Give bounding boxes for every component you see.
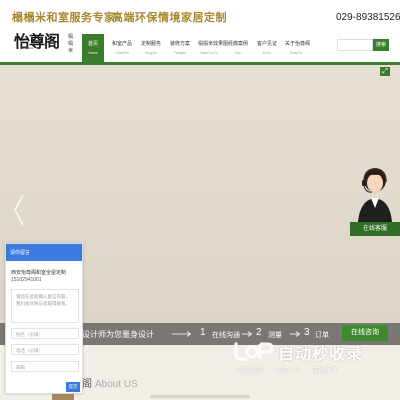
- search-button[interactable]: 搜索: [373, 39, 389, 51]
- online-service-button[interactable]: 在线客服: [350, 222, 400, 236]
- nav-item-plans[interactable]: 装修方案 FangAn: [169, 34, 191, 62]
- nav-item-about[interactable]: 关于怡尊阁 GuanYu: [285, 34, 311, 62]
- nav-sublabel: XiaoGuoTu: [200, 51, 218, 55]
- chat-email-field[interactable]: 邮箱: [11, 361, 79, 372]
- nav-sublabel: Home: [88, 51, 98, 55]
- watermark-logo-icon: [234, 342, 274, 361]
- nav-label: 装修方案: [169, 41, 190, 47]
- chat-widget: 请你留言 西安怡尊阁和室全屋定制 15102941001 请您在此处输入留言内容…: [5, 243, 83, 394]
- about-text-line: [150, 395, 250, 398]
- slogan-primary: 榻榻米和室服务专家: [12, 12, 116, 24]
- watermark-text: 自动秒收录: [278, 346, 364, 363]
- nav-label: 经典案例: [227, 41, 248, 47]
- search-input[interactable]: [337, 39, 373, 51]
- nav-sublabel: GuanYu: [289, 51, 303, 55]
- nav-sublabel: FangAn: [173, 51, 187, 55]
- nav-item-products[interactable]: 和室产品 ChanPin: [111, 34, 133, 62]
- nav-item-renderings[interactable]: 榻榻米效果图 XiaoGuoTu: [198, 34, 229, 62]
- slogan-secondary: 高端环保情境家居定制: [112, 12, 227, 24]
- nav-label: 榻榻米效果图: [198, 41, 229, 47]
- nav-label: 和室产品: [111, 41, 132, 47]
- nav-label: 关于怡尊阁: [285, 41, 311, 47]
- arrow-right-icon: [172, 331, 192, 337]
- step-number: 2: [256, 327, 262, 338]
- about-image: [52, 393, 74, 400]
- hotline-number: 029-89381526 15: [336, 12, 400, 23]
- step-number: 3: [304, 327, 310, 338]
- about-heading-cn: 阁: [82, 379, 92, 390]
- watermark: 自动秒收录 做上排行 → 来访一次 → 自动收录: [232, 338, 392, 378]
- arrow-right-icon: [242, 331, 252, 337]
- nav-item-home[interactable]: 首页 Home: [82, 34, 104, 62]
- nav-item-cases[interactable]: 经典案例 AnLi: [227, 34, 249, 62]
- nav-sublabel: ChanPin: [115, 51, 129, 55]
- chevron-left-icon[interactable]: [12, 193, 26, 227]
- chat-submit-button[interactable]: 提交: [66, 382, 80, 392]
- nav-item-custom[interactable]: 定制服务 DingZhi: [140, 34, 162, 62]
- site-logo[interactable]: 怡尊阁 YIZUNGE 榻榻米: [14, 28, 73, 58]
- nav-sublabel: DingZhi: [144, 51, 158, 55]
- nav-sublabel: KeHu: [262, 51, 272, 55]
- logo-subtitle: YIZUNGE: [20, 46, 34, 50]
- about-heading-en: About US: [95, 379, 138, 390]
- chat-name-field[interactable]: 姓名（必填）: [11, 328, 79, 339]
- chat-phone-number: 15102941001: [11, 277, 42, 283]
- chat-company-name: 西安怡尊阁和室全屋定制: [11, 270, 67, 276]
- step-number: 1: [200, 327, 206, 338]
- expand-icon[interactable]: ⤢: [380, 67, 390, 76]
- nav-item-testimonials[interactable]: 客户见证 KeHu: [256, 34, 278, 62]
- arrow-right-icon: [290, 331, 300, 337]
- nav-label: 首页: [87, 41, 98, 47]
- chat-phone-field[interactable]: 电话（必填）: [11, 344, 79, 355]
- chat-header[interactable]: 请你留言: [6, 244, 82, 261]
- site-header: 怡尊阁 YIZUNGE 榻榻米 首页 Home 和室产品 ChanPin 定制服…: [0, 32, 400, 62]
- nav-label: 定制服务: [140, 41, 161, 47]
- about-heading: 阁 About US: [82, 375, 138, 390]
- nav-sublabel: AnLi: [234, 51, 242, 55]
- watermark-subtext: 做上排行 → 来访一次 → 自动收录: [238, 368, 338, 374]
- strip-title: 设计师为您量身设计: [82, 330, 154, 339]
- logo-brand: 榻榻米: [68, 34, 74, 54]
- chat-message-textarea[interactable]: 请您在此处输入留言内容，我们会尽快与您取得联系。: [11, 289, 79, 323]
- nav-label: 客户见证: [256, 41, 277, 47]
- main-nav: 首页 Home 和室产品 ChanPin 定制服务 DingZhi 装修方案 F…: [82, 34, 314, 62]
